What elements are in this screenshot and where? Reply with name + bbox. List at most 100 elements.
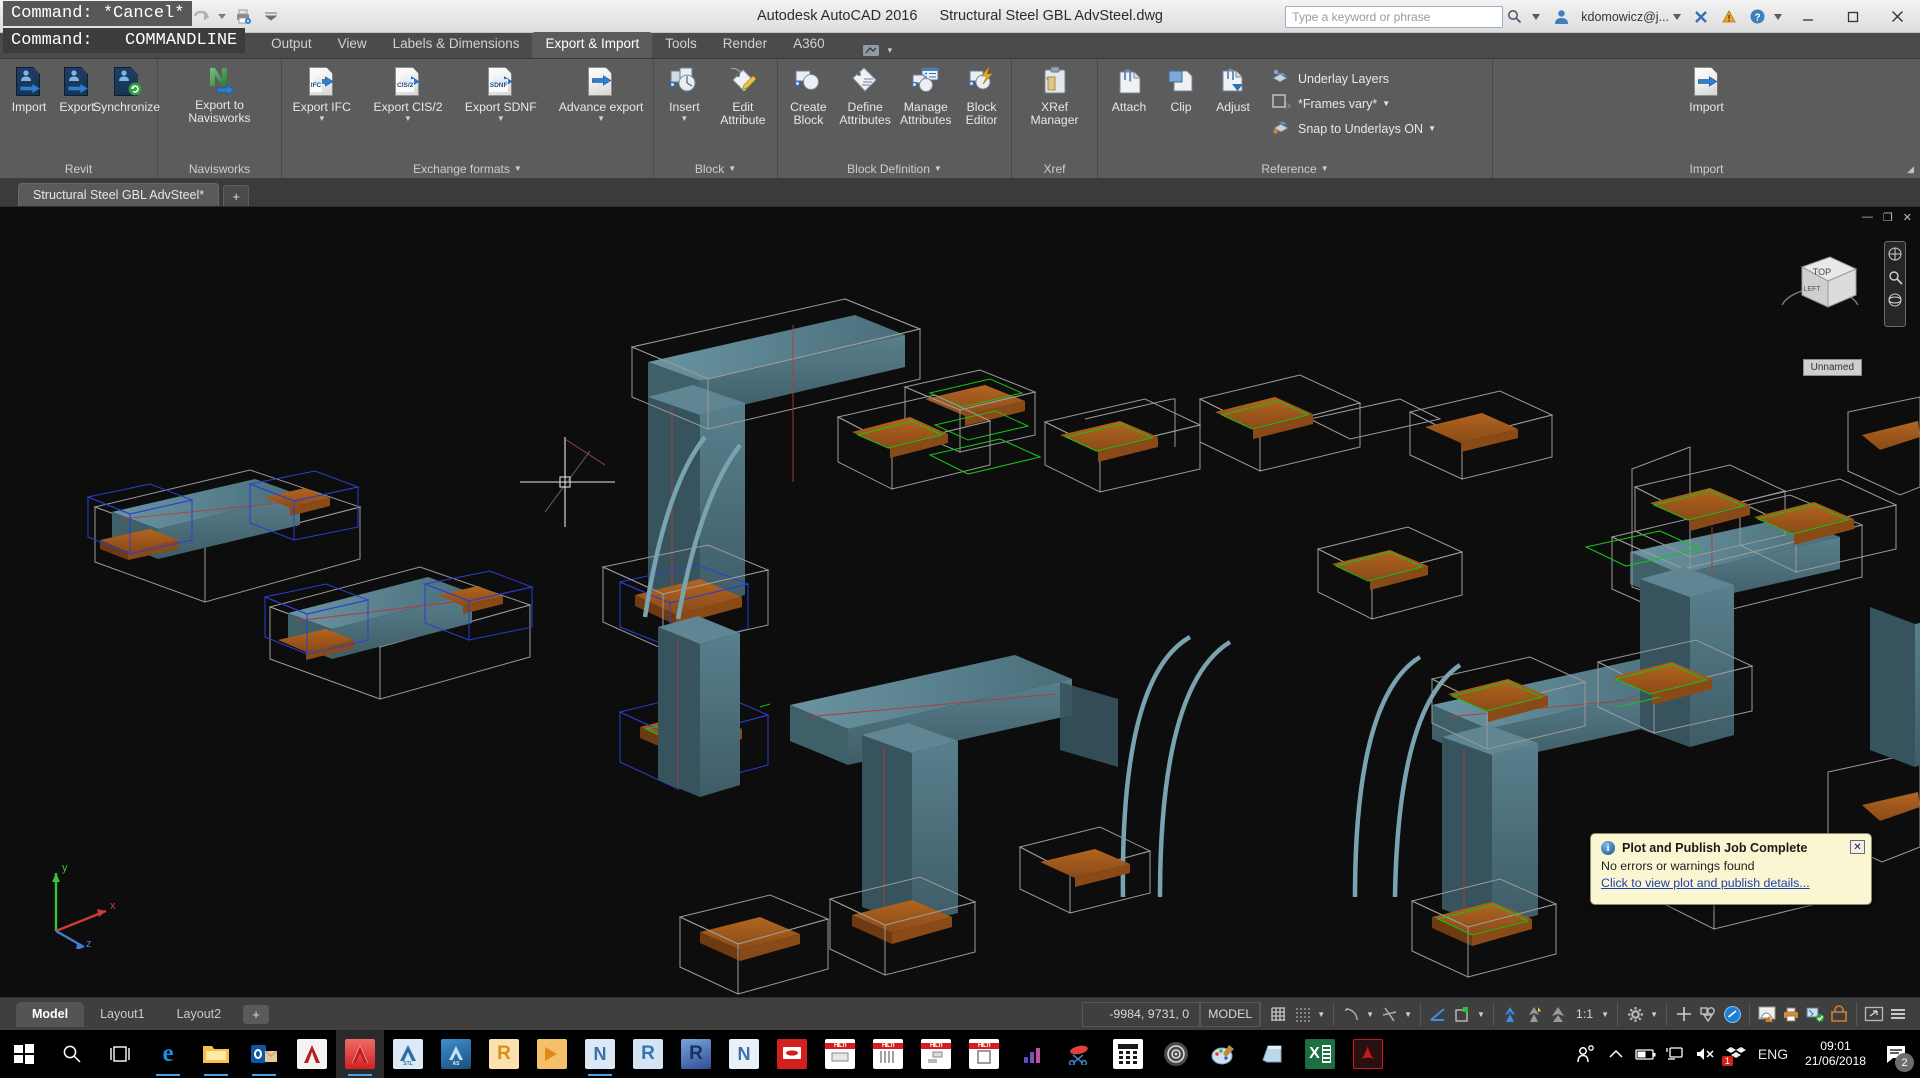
polar-dropdown-icon[interactable]: ▼	[1401, 1010, 1415, 1019]
viewport-maximize-button[interactable]: ❐	[1883, 211, 1893, 224]
chevron-down-icon[interactable]: ▼	[597, 115, 605, 123]
add-layout-button[interactable]: +	[243, 1004, 270, 1024]
workspace-dropdown-icon[interactable]: ▼	[1647, 1010, 1661, 1019]
maximize-button[interactable]	[1830, 0, 1875, 33]
advance-export-button[interactable]: Advance export ▼	[554, 63, 648, 123]
taskbar-app-edge[interactable]: e	[144, 1030, 192, 1078]
isometric-drafting-icon[interactable]	[1426, 1002, 1450, 1026]
people-icon[interactable]	[1571, 1032, 1601, 1076]
workspace-switching-icon[interactable]	[1623, 1002, 1647, 1026]
osnap-dropdown-icon[interactable]: ▼	[1474, 1010, 1488, 1019]
taskbar-app-calculator[interactable]	[1104, 1030, 1152, 1078]
workspace-switch-icon[interactable]: ▾	[862, 43, 893, 58]
taskbar-app-navisworks-manage[interactable]: N	[576, 1030, 624, 1078]
edit-attribute-button[interactable]: Edit Attribute	[714, 63, 772, 127]
battery-icon[interactable]	[1631, 1032, 1661, 1076]
chevron-down-icon[interactable]: ▼	[1428, 124, 1436, 133]
help-icon[interactable]: ?	[1743, 3, 1771, 31]
taskbar-app-hilti-rebar[interactable]: HILTI	[864, 1030, 912, 1078]
taskbar-app-autocad-architecture[interactable]	[288, 1030, 336, 1078]
taskbar-app-outlook[interactable]	[240, 1030, 288, 1078]
search-dropdown-icon[interactable]	[1525, 6, 1547, 28]
volume-muted-icon[interactable]	[1691, 1032, 1721, 1076]
tab-view[interactable]: View	[325, 32, 380, 58]
taskbar-app-autocad-advance-steel[interactable]: STL	[384, 1030, 432, 1078]
ortho-dropdown-icon[interactable]: ▼	[1363, 1010, 1377, 1019]
define-attributes-button[interactable]: Define Attributes	[836, 63, 895, 127]
taskbar-app-revit[interactable]: R	[624, 1030, 672, 1078]
annotation-scale-label[interactable]: 1:1	[1571, 1002, 1598, 1027]
taskbar-app-advance-steel[interactable]: AS	[432, 1030, 480, 1078]
language-indicator[interactable]: ENG	[1751, 1032, 1795, 1076]
layout-tab-layout1[interactable]: Layout1	[84, 1002, 160, 1027]
tab-labels-dimensions[interactable]: Labels & Dimensions	[380, 32, 533, 58]
snap-dropdown-icon[interactable]: ▼	[1314, 1010, 1328, 1019]
taskbar-app-notepad[interactable]	[1248, 1030, 1296, 1078]
task-view-icon[interactable]	[96, 1030, 144, 1078]
polar-tracking-icon[interactable]	[1377, 1002, 1401, 1026]
manage-attributes-button[interactable]: Manage Attributes	[896, 63, 955, 127]
taskbar-app-excel[interactable]: X	[1296, 1030, 1344, 1078]
underlay-layers-button[interactable]: Underlay Layers	[1267, 66, 1440, 91]
taskbar-app-acrobat[interactable]	[1344, 1030, 1392, 1078]
taskbar-app-robot-structural[interactable]: R	[672, 1030, 720, 1078]
ortho-mode-icon[interactable]	[1339, 1002, 1363, 1026]
snap-mode-icon[interactable]	[1290, 1002, 1314, 1026]
insert-block-button[interactable]: Insert ▼	[659, 63, 710, 123]
user-account-menu[interactable]: kdomowicz@j...	[1575, 10, 1687, 24]
taskbar-app-revit-pro[interactable]: R	[480, 1030, 528, 1078]
coordinate-readout[interactable]: -9984, 9731, 0	[1082, 1001, 1201, 1027]
plot-icon[interactable]	[230, 4, 256, 28]
qat-dropdown-icon[interactable]	[258, 4, 284, 28]
close-button[interactable]	[1875, 0, 1920, 33]
viewport-close-button[interactable]: ✕	[1903, 211, 1912, 224]
dropbox-icon[interactable]: 1	[1721, 1032, 1751, 1076]
panel-expand-icon[interactable]: ▼	[514, 164, 522, 173]
clean-screen-icon[interactable]	[1755, 1002, 1779, 1026]
fullscreen-icon[interactable]	[1862, 1002, 1886, 1026]
document-tab[interactable]: Structural Steel GBL AdvSteel*	[18, 183, 220, 206]
tab-export-import[interactable]: Export & Import	[532, 32, 653, 58]
taskbar-app-chart[interactable]	[1008, 1030, 1056, 1078]
scale-dropdown-icon[interactable]: ▼	[1598, 1010, 1612, 1019]
tab-tools[interactable]: Tools	[652, 32, 710, 58]
taskbar-app-snipping-tool[interactable]	[1056, 1030, 1104, 1078]
synchronize-revit-button[interactable]: Synchronize	[93, 63, 160, 114]
autoscale-icon[interactable]	[1523, 1002, 1547, 1026]
panel-expand-icon[interactable]: ▼	[728, 164, 736, 173]
clip-button[interactable]: Clip	[1157, 63, 1205, 114]
attach-button[interactable]: Attach	[1103, 63, 1155, 114]
taskbar-app-autocad[interactable]	[336, 1030, 384, 1078]
search-icon[interactable]	[48, 1030, 96, 1078]
frames-vary-button[interactable]: (x) *Frames vary* ▼	[1267, 91, 1440, 116]
taskbar-app-hilti-profis[interactable]: HILTI	[816, 1030, 864, 1078]
taskbar-app-file-explorer[interactable]	[192, 1030, 240, 1078]
tab-render[interactable]: Render	[710, 32, 780, 58]
tab-a360[interactable]: A360	[780, 32, 838, 58]
object-snap-tracking-icon[interactable]	[1450, 1002, 1474, 1026]
clock[interactable]: 09:01 21/06/2018	[1795, 1039, 1876, 1069]
graphics-performance-icon[interactable]	[1720, 1002, 1744, 1026]
redo-caret-icon[interactable]	[216, 4, 228, 28]
viewport-minimize-button[interactable]: —	[1862, 211, 1873, 224]
create-block-button[interactable]: Create Block	[783, 63, 834, 127]
notification-close-button[interactable]: ✕	[1850, 840, 1865, 854]
start-icon[interactable]	[0, 1030, 48, 1078]
import-file-button[interactable]: Import	[1679, 63, 1735, 114]
navigation-bar[interactable]	[1884, 241, 1906, 327]
annotation-scale-glyph-icon[interactable]	[1547, 1002, 1571, 1026]
new-document-tab-button[interactable]: +	[223, 185, 250, 206]
taskbar-app-paint[interactable]	[1200, 1030, 1248, 1078]
help-dropdown-icon[interactable]	[1771, 3, 1785, 31]
show-hidden-icons-chevron[interactable]	[1601, 1032, 1631, 1076]
layout-tab-layout2[interactable]: Layout2	[161, 1002, 237, 1027]
menu-hamburger-icon[interactable]	[1886, 1002, 1910, 1026]
unnamed-view-chip[interactable]: Unnamed	[1802, 359, 1862, 376]
workspace-caret-icon[interactable]: ▾	[888, 45, 893, 56]
network-icon[interactable]	[1661, 1032, 1691, 1076]
taskbar-app-navisworks-freedom[interactable]: N	[720, 1030, 768, 1078]
import-revit-button[interactable]: Import	[5, 63, 53, 114]
block-editor-button[interactable]: Block Editor	[957, 63, 1006, 127]
plot-publish-icon[interactable]	[1779, 1002, 1803, 1026]
layout-tab-model[interactable]: Model	[16, 1001, 85, 1027]
